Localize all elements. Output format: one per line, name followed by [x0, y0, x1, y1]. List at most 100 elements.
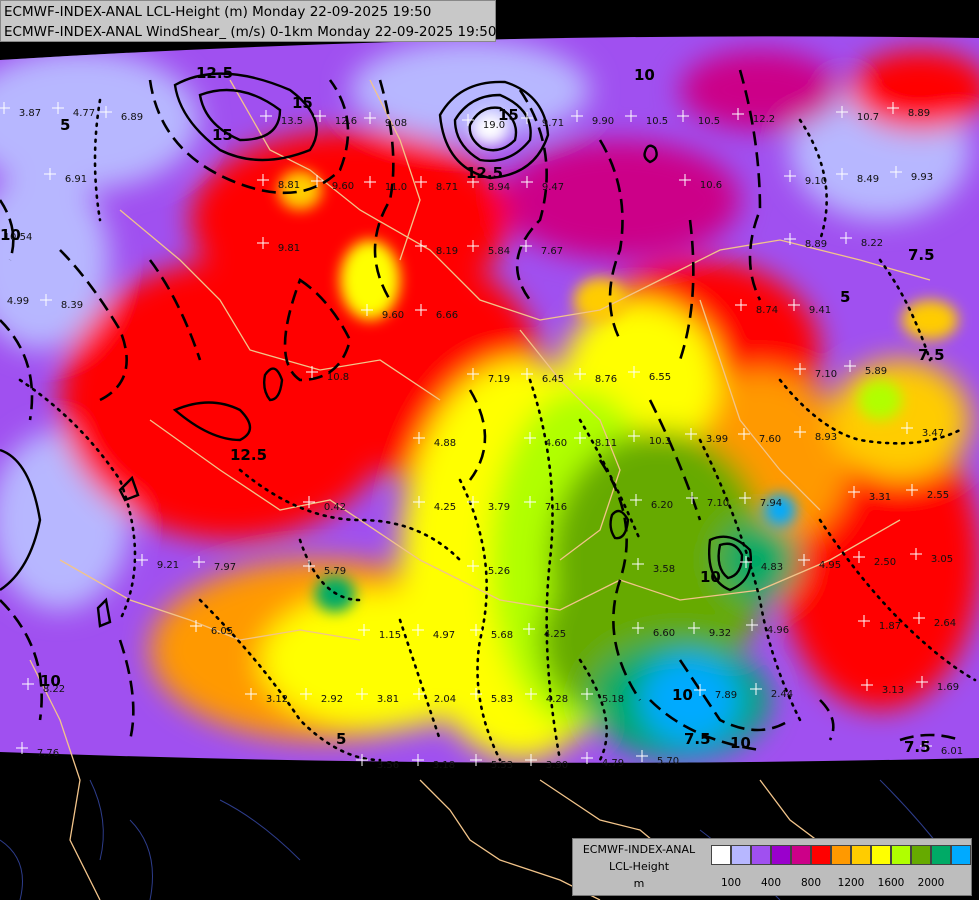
contour-label: 10	[700, 568, 721, 586]
grid-value: 6.55	[649, 372, 671, 383]
legend-tick-label: 1200	[837, 877, 865, 889]
grid-value: 2.92	[321, 694, 343, 705]
grid-value: 7.89	[715, 690, 737, 701]
grid-value: 7.10	[707, 498, 729, 509]
contour-label: 5	[840, 288, 850, 306]
grid-value: 5.70	[657, 756, 679, 767]
grid-value: 7.67	[541, 246, 563, 257]
grid-value: 7.16	[545, 502, 567, 513]
grid-value: 2.55	[927, 490, 949, 501]
grid-value: 6.60	[653, 628, 675, 639]
legend-variable: LCL-Height	[608, 860, 670, 873]
grid-value: 4.79	[602, 758, 624, 769]
grid-value: 8.89	[805, 239, 827, 250]
legend-swatch	[911, 845, 931, 865]
grid-value: 3.13	[882, 685, 904, 696]
grid-value: 9.71	[542, 118, 564, 129]
grid-value: 10.3	[649, 436, 671, 447]
contour-label: 12.5	[196, 64, 233, 82]
grid-value: 3.79	[488, 502, 510, 513]
map-title-windshear: ECMWF-INDEX-ANAL WindShear_ (m/s) 0-1km …	[4, 24, 497, 40]
grid-value: 10.5	[698, 116, 720, 127]
contour-label: 15	[212, 126, 233, 144]
legend-swatch	[891, 845, 911, 865]
grid-value: 5.89	[865, 366, 887, 377]
contour-label: 10	[634, 66, 655, 84]
grid-value: 1.15	[379, 630, 401, 641]
grid-value: 13.5	[281, 116, 303, 127]
grid-value: 5.68	[491, 630, 513, 641]
grid-value: 6.66	[436, 310, 458, 321]
grid-value: 3.99	[706, 434, 728, 445]
grid-value: 4.28	[546, 694, 568, 705]
color-legend: ECMWF-INDEX-ANAL LCL-Height m 100 400 800 1…	[572, 838, 972, 896]
grid-value: 8.71	[436, 182, 458, 193]
legend-tick-label: 1600	[877, 877, 905, 889]
map-title-lcl: ECMWF-INDEX-ANAL LCL-Height (m) Monday 2…	[4, 4, 432, 20]
grid-value: 4.99	[7, 296, 29, 307]
grid-value: 10.8	[327, 372, 349, 383]
grid-value: 4.60	[545, 438, 567, 449]
grid-value: 9.32	[709, 628, 731, 639]
grid-value: 7.76	[37, 748, 59, 759]
grid-value: 3.56	[377, 760, 399, 771]
grid-value: 3.81	[377, 694, 399, 705]
grid-value: 8.49	[857, 174, 879, 185]
grid-value: 2.04	[434, 694, 456, 705]
legend-swatch	[791, 845, 811, 865]
grid-value: 3.47	[922, 428, 944, 439]
grid-value: 10.7	[857, 112, 879, 123]
grid-value: 6.45	[542, 374, 564, 385]
grid-value: 11.0	[385, 182, 407, 193]
contour-label: 5	[336, 730, 346, 748]
grid-value: 5.83	[491, 694, 513, 705]
grid-value: 3.05	[931, 554, 953, 565]
grid-value: 4.77	[73, 108, 95, 119]
grid-value: 4.83	[761, 562, 783, 573]
grid-value: 5.18	[602, 694, 624, 705]
grid-value: 8.93	[815, 432, 837, 443]
grid-value: 8.11	[595, 438, 617, 449]
grid-value: 9.41	[809, 305, 831, 316]
grid-value: 4.97	[433, 630, 455, 641]
grid-value: 9.81	[278, 243, 300, 254]
grid-value: 12.6	[335, 116, 357, 127]
legend-swatch	[711, 845, 731, 865]
grid-value: 10.6	[700, 180, 722, 191]
grid-value: 4.88	[434, 438, 456, 449]
grid-value: 12.2	[753, 114, 775, 125]
legend-swatch	[851, 845, 871, 865]
grid-value: 10.5	[646, 116, 668, 127]
contour-label: 7.5	[684, 730, 711, 748]
grid-value: 3.58	[653, 564, 675, 575]
grid-value: 6.91	[65, 174, 87, 185]
grid-value: 3.87	[19, 108, 41, 119]
legend-swatch	[951, 845, 971, 865]
grid-value: 0.42	[324, 502, 346, 513]
grid-value: 9.08	[385, 118, 407, 129]
legend-unit: m	[633, 877, 645, 890]
legend-swatch	[811, 845, 831, 865]
legend-tick-label: 2000	[917, 877, 945, 889]
grid-value: 9.60	[332, 181, 354, 192]
grid-value: 8.81	[278, 180, 300, 191]
contour-label: 7.5	[918, 346, 945, 364]
contour-label: 7.5	[908, 246, 935, 264]
grid-value: 5.26	[488, 566, 510, 577]
legend-source: ECMWF-INDEX-ANAL	[582, 843, 696, 856]
grid-value: 9.93	[911, 172, 933, 183]
grid-value: 6.20	[651, 500, 673, 511]
contour-label: 10	[40, 672, 61, 690]
grid-value: 5.84	[488, 246, 510, 257]
grid-value: 3.12	[266, 694, 288, 705]
grid-value: 4.95	[819, 560, 841, 571]
grid-value: 8.89	[908, 108, 930, 119]
grid-value: 9.60	[382, 310, 404, 321]
grid-value: 2.64	[934, 618, 956, 629]
grid-value: 6.01	[941, 746, 963, 757]
grid-value: 9.90	[592, 116, 614, 127]
contour-label: 12.5	[466, 164, 503, 182]
grid-value: 4.96	[767, 625, 789, 636]
legend-swatch	[871, 845, 891, 865]
map-title-box: ECMWF-INDEX-ANAL LCL-Height (m) Monday 2…	[0, 0, 496, 42]
